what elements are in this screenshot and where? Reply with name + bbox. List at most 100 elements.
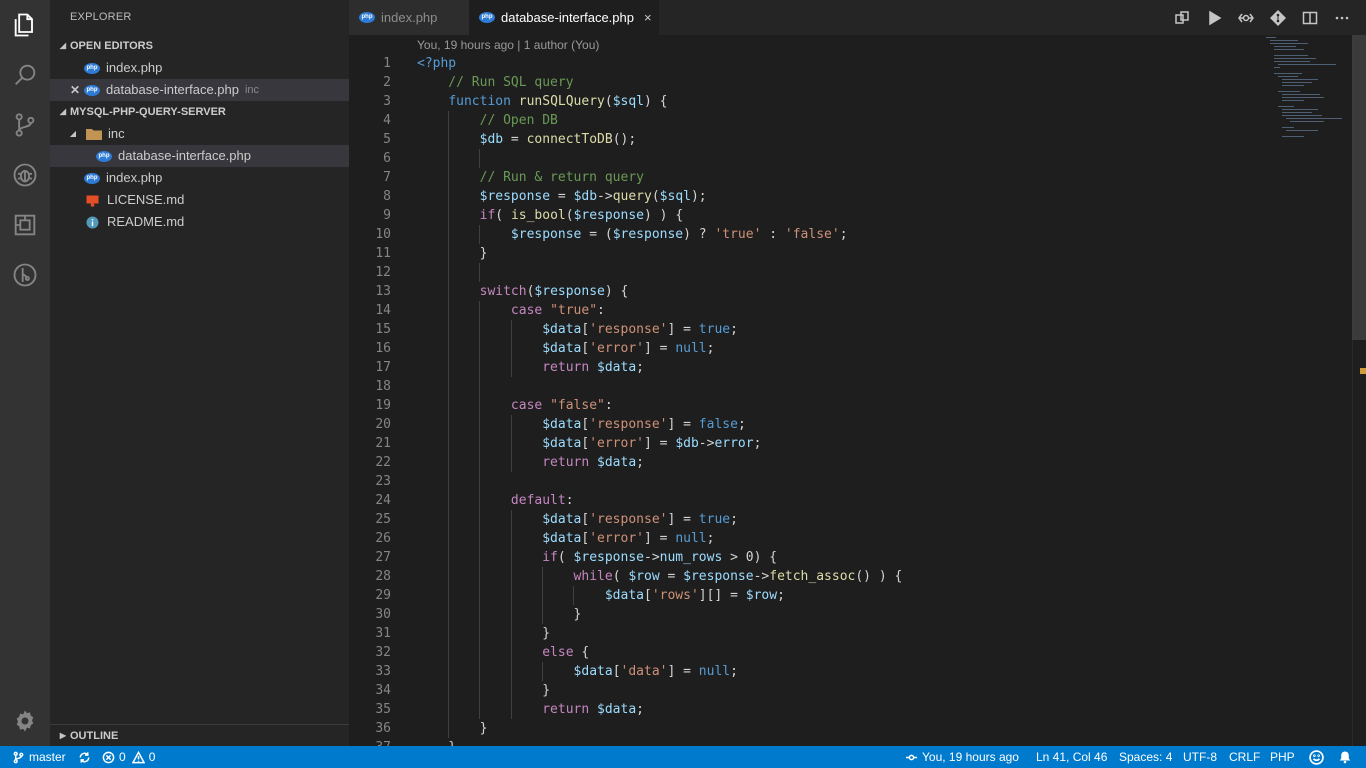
code-line[interactable]: 13 switch($response) { xyxy=(349,282,1239,301)
code-line[interactable]: 10 $response = ($response) ? 'true' : 'f… xyxy=(349,225,1239,244)
code-line[interactable]: 37 } xyxy=(349,738,1239,746)
open-editor-item[interactable]: ✕ php database-interface.php inc xyxy=(50,79,349,101)
code-line[interactable]: 23 xyxy=(349,472,1239,491)
git-blame-status[interactable]: You, 19 hours ago xyxy=(905,746,1019,768)
source-control-icon[interactable] xyxy=(0,100,50,150)
explorer-icon[interactable] xyxy=(0,0,50,50)
folder-inc[interactable]: ◢ inc xyxy=(50,123,349,145)
code-line[interactable]: 5 $db = connectToDB(); xyxy=(349,130,1239,149)
code-area[interactable]: 1 <?php 2 // Run SQL query 3 function runSQ… xyxy=(349,54,1239,746)
code-line[interactable]: 11 } xyxy=(349,244,1239,263)
file-item[interactable]: README.md xyxy=(50,211,349,233)
code-text: // Run & return query xyxy=(417,170,644,185)
problems-indicator[interactable]: 0 0 xyxy=(102,746,155,768)
notifications-button[interactable] xyxy=(1338,746,1356,768)
file-item[interactable]: php database-interface.php xyxy=(50,145,349,167)
extensions-icon[interactable] xyxy=(0,200,50,250)
settings-gear-icon[interactable] xyxy=(0,696,50,746)
line-number: 8 xyxy=(383,189,391,204)
code-line[interactable]: 12 xyxy=(349,263,1239,282)
cursor-position[interactable]: Ln 41, Col 46 xyxy=(1036,746,1107,768)
code-line[interactable]: 19 case "false": xyxy=(349,396,1239,415)
open-editor-description: inc xyxy=(244,84,260,96)
sync-button[interactable] xyxy=(78,746,95,768)
code-line[interactable]: 34 } xyxy=(349,681,1239,700)
line-number: 35 xyxy=(375,702,391,717)
search-icon[interactable] xyxy=(0,50,50,100)
code-line[interactable]: 15 $data['response'] = true; xyxy=(349,320,1239,339)
code-line[interactable]: 24 default: xyxy=(349,491,1239,510)
encoding[interactable]: UTF-8 xyxy=(1183,746,1217,768)
code-line[interactable]: 16 $data['error'] = null; xyxy=(349,339,1239,358)
branch-indicator[interactable]: master xyxy=(12,746,66,768)
php-file-icon: php xyxy=(96,150,112,162)
feedback-button[interactable] xyxy=(1309,746,1328,768)
code-line[interactable]: 2 // Run SQL query xyxy=(349,73,1239,92)
code-line[interactable]: 26 $data['error'] = null; xyxy=(349,529,1239,548)
php-file-icon: php xyxy=(84,172,100,184)
code-line[interactable]: 31 } xyxy=(349,624,1239,643)
code-line[interactable]: 1 <?php xyxy=(349,54,1239,73)
code-line[interactable]: 22 return $data; xyxy=(349,453,1239,472)
toggle-blame-icon[interactable] xyxy=(1230,0,1262,35)
smiley-icon xyxy=(1309,749,1324,765)
code-line[interactable]: 25 $data['response'] = true; xyxy=(349,510,1239,529)
indentation[interactable]: Spaces: 4 xyxy=(1119,746,1172,768)
code-line[interactable]: 20 $data['response'] = false; xyxy=(349,415,1239,434)
code-line[interactable]: 9 if( is_bool($response) ) { xyxy=(349,206,1239,225)
chevron-down-icon: ◢ xyxy=(59,107,67,116)
more-actions-icon[interactable] xyxy=(1326,0,1358,35)
vertical-scrollbar[interactable] xyxy=(1352,35,1366,746)
split-editor-icon[interactable] xyxy=(1294,0,1326,35)
file-item[interactable]: php index.php xyxy=(50,167,349,189)
code-line[interactable]: 7 // Run & return query xyxy=(349,168,1239,187)
line-number: 18 xyxy=(375,379,391,394)
code-text: } xyxy=(417,626,551,641)
open-changes-icon[interactable] xyxy=(1166,0,1198,35)
open-editors-header[interactable]: ◢ OPEN EDITORS xyxy=(50,35,349,57)
license-file-icon xyxy=(86,195,99,207)
open-editor-item[interactable]: php index.php xyxy=(50,57,349,79)
code-line[interactable]: 8 $response = $db->query($sql); xyxy=(349,187,1239,206)
git-compare-icon[interactable] xyxy=(1262,0,1294,35)
outline-section[interactable]: ▶ OUTLINE xyxy=(50,724,349,746)
git-blame-codelens[interactable]: You, 19 hours ago | 1 author (You) xyxy=(417,38,599,52)
code-text: } xyxy=(417,607,582,622)
debug-icon[interactable] xyxy=(0,150,50,200)
tab-index-php[interactable]: php index.php xyxy=(349,0,469,35)
code-line[interactable]: 29 $data['rows'][] = $row; xyxy=(349,586,1239,605)
run-icon[interactable] xyxy=(1198,0,1230,35)
editor-tab-bar: php index.php php database-interface.php… xyxy=(349,0,1366,35)
code-editor[interactable]: You, 19 hours ago | 1 author (You) 1 <?ph… xyxy=(349,35,1366,746)
scrollbar-thumb[interactable] xyxy=(1352,35,1366,340)
code-line[interactable]: 33 $data['data'] = null; xyxy=(349,662,1239,681)
end-of-line[interactable]: CRLF xyxy=(1229,746,1260,768)
code-line[interactable]: 36 } xyxy=(349,719,1239,738)
tab-close-icon[interactable]: × xyxy=(644,0,652,35)
code-line[interactable]: 4 // Open DB xyxy=(349,111,1239,130)
code-line[interactable]: 17 return $data; xyxy=(349,358,1239,377)
code-line[interactable]: 28 while( $row = $response->fetch_assoc(… xyxy=(349,567,1239,586)
code-text: $data['response'] = true; xyxy=(542,512,738,527)
code-line[interactable]: 6 xyxy=(349,149,1239,168)
code-line[interactable]: 35 return $data; xyxy=(349,700,1239,719)
minimap[interactable] xyxy=(1262,35,1352,145)
line-number: 17 xyxy=(375,360,391,375)
file-item[interactable]: LICENSE.md xyxy=(50,189,349,211)
git-graph-icon[interactable] xyxy=(0,250,50,300)
code-line[interactable]: 21 $data['error'] = $db->error; xyxy=(349,434,1239,453)
code-line[interactable]: 32 else { xyxy=(349,643,1239,662)
code-line[interactable]: 27 if( $response->num_rows > 0) { xyxy=(349,548,1239,567)
line-number: 23 xyxy=(375,474,391,489)
code-line[interactable]: 14 case "true": xyxy=(349,301,1239,320)
tab-database-interface-php[interactable]: php database-interface.php × xyxy=(469,0,659,35)
code-line[interactable]: 18 xyxy=(349,377,1239,396)
code-line[interactable]: 30 } xyxy=(349,605,1239,624)
code-line[interactable]: 3 function runSQLQuery($sql) { xyxy=(349,92,1239,111)
code-text: $response = ($response) ? 'true' : 'fals… xyxy=(510,227,848,242)
language-mode[interactable]: PHP xyxy=(1270,746,1295,768)
line-number: 7 xyxy=(383,170,391,185)
project-folder-header[interactable]: ◢ MYSQL-PHP-QUERY-SERVER xyxy=(50,101,349,123)
close-icon[interactable]: ✕ xyxy=(70,79,80,101)
status-bar: master 0 0 You, 19 hours ago Ln 41, Col … xyxy=(0,746,1366,768)
